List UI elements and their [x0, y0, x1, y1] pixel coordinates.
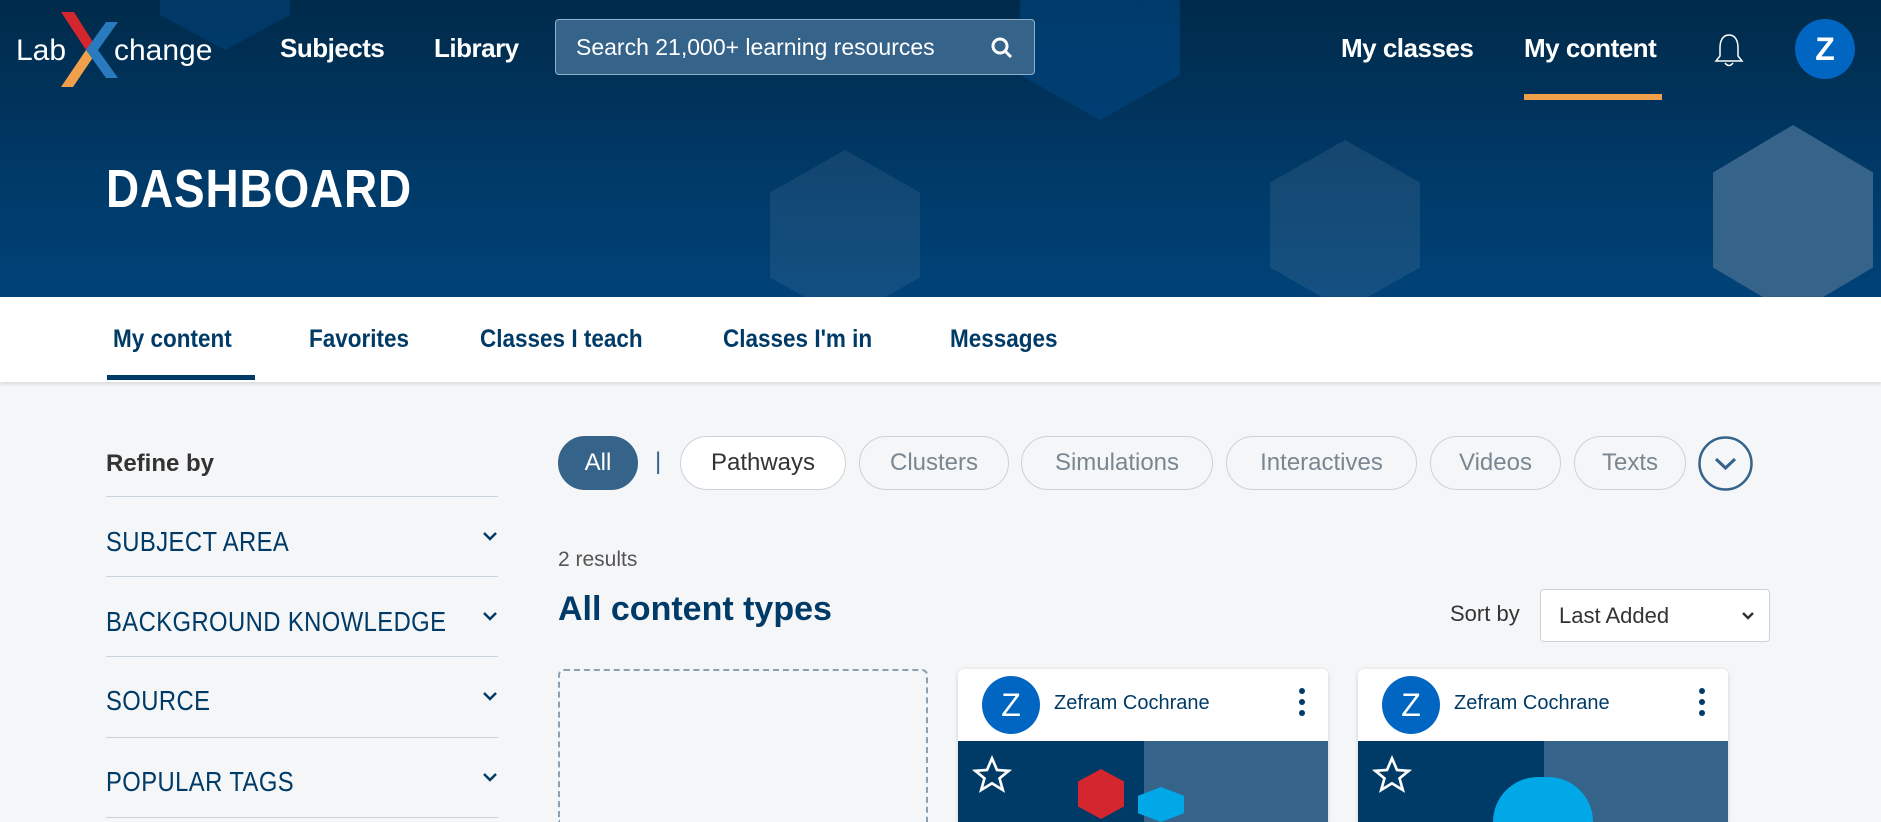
results-heading: All content types: [558, 590, 832, 628]
filter-clusters[interactable]: Clusters: [859, 436, 1009, 490]
tab-messages[interactable]: Messages: [950, 325, 1058, 354]
more-options-icon[interactable]: [1698, 687, 1706, 717]
author-avatar: Z: [1382, 676, 1440, 734]
svg-text:change: change: [114, 34, 212, 67]
nav-my-classes[interactable]: My classes: [1341, 33, 1474, 64]
filter-simulations[interactable]: Simulations: [1021, 436, 1213, 490]
labxchange-logo[interactable]: Lab change: [16, 12, 236, 87]
refine-heading: Refine by: [106, 450, 215, 477]
chevron-down-icon[interactable]: [482, 530, 498, 542]
divider: [106, 817, 498, 818]
hex-decoration: [770, 150, 920, 297]
filter-interactives[interactable]: Interactives: [1226, 436, 1417, 490]
hex-decoration: [1020, 0, 1180, 120]
search-placeholder: Search 21,000+ learning resources: [576, 33, 935, 60]
facet-popular-tags[interactable]: POPULAR TAGS: [106, 766, 294, 798]
sort-select[interactable]: Last Added: [1540, 589, 1770, 642]
pathway-icon: [1078, 769, 1124, 819]
divider: [106, 496, 498, 497]
results-count: 2 results: [558, 548, 638, 571]
more-options-icon[interactable]: [1298, 687, 1306, 717]
content-card[interactable]: Z Zefram Cochrane: [958, 669, 1328, 822]
svg-text:Lab: Lab: [16, 34, 66, 67]
dashboard-tabs: My content Favorites Classes I teach Cla…: [0, 297, 1881, 382]
filter-separator: |: [655, 448, 662, 475]
create-content-placeholder[interactable]: [558, 669, 928, 822]
sort-value: Last Added: [1559, 602, 1670, 628]
active-tab-underline: [107, 375, 255, 380]
filter-texts[interactable]: Texts: [1574, 436, 1686, 490]
divider: [106, 737, 498, 738]
tab-favorites[interactable]: Favorites: [309, 325, 409, 354]
hex-decoration: [1713, 125, 1873, 297]
page-title: DASHBOARD: [106, 159, 412, 219]
chevron-down-icon: [1742, 612, 1754, 620]
facet-background-knowledge[interactable]: BACKGROUND KNOWLEDGE: [106, 606, 446, 638]
card-thumbnail: [1358, 741, 1728, 822]
active-nav-underline: [1524, 94, 1662, 100]
nav-library[interactable]: Library: [434, 33, 519, 64]
card-thumbnail: [958, 741, 1328, 822]
tab-classes-im-in[interactable]: Classes I'm in: [723, 325, 872, 354]
content-card[interactable]: Z Zefram Cochrane: [1358, 669, 1728, 822]
chevron-down-icon[interactable]: [482, 690, 498, 702]
facet-subject-area[interactable]: SUBJECT AREA: [106, 526, 289, 558]
bell-icon[interactable]: [1713, 32, 1745, 68]
chevron-down-icon[interactable]: [482, 771, 498, 783]
search-icon[interactable]: [990, 36, 1014, 60]
tab-classes-i-teach[interactable]: Classes I teach: [480, 325, 643, 354]
filter-videos[interactable]: Videos: [1430, 436, 1561, 490]
sort-label: Sort by: [1450, 601, 1520, 626]
tab-my-content[interactable]: My content: [113, 325, 232, 354]
user-avatar[interactable]: Z: [1795, 19, 1855, 79]
header-hero: Lab change Subjects Library Search 21,00…: [0, 0, 1881, 297]
author-avatar: Z: [982, 676, 1040, 734]
nav-subjects[interactable]: Subjects: [280, 33, 385, 64]
divider: [106, 656, 498, 657]
chevron-down-icon[interactable]: [482, 610, 498, 622]
filter-pathways[interactable]: Pathways: [680, 436, 846, 490]
facet-source[interactable]: SOURCE: [106, 685, 210, 717]
filter-all[interactable]: All: [558, 436, 638, 490]
favorite-star-icon[interactable]: [1372, 755, 1412, 795]
author-name: Zefram Cochrane: [1054, 692, 1210, 714]
hex-decoration: [1270, 140, 1420, 297]
divider: [106, 576, 498, 577]
author-name: Zefram Cochrane: [1454, 692, 1610, 714]
more-filters-chevron-icon[interactable]: [1698, 436, 1753, 491]
favorite-star-icon[interactable]: [972, 755, 1012, 795]
nav-my-content[interactable]: My content: [1524, 33, 1657, 64]
search-input[interactable]: Search 21,000+ learning resources: [555, 19, 1035, 75]
